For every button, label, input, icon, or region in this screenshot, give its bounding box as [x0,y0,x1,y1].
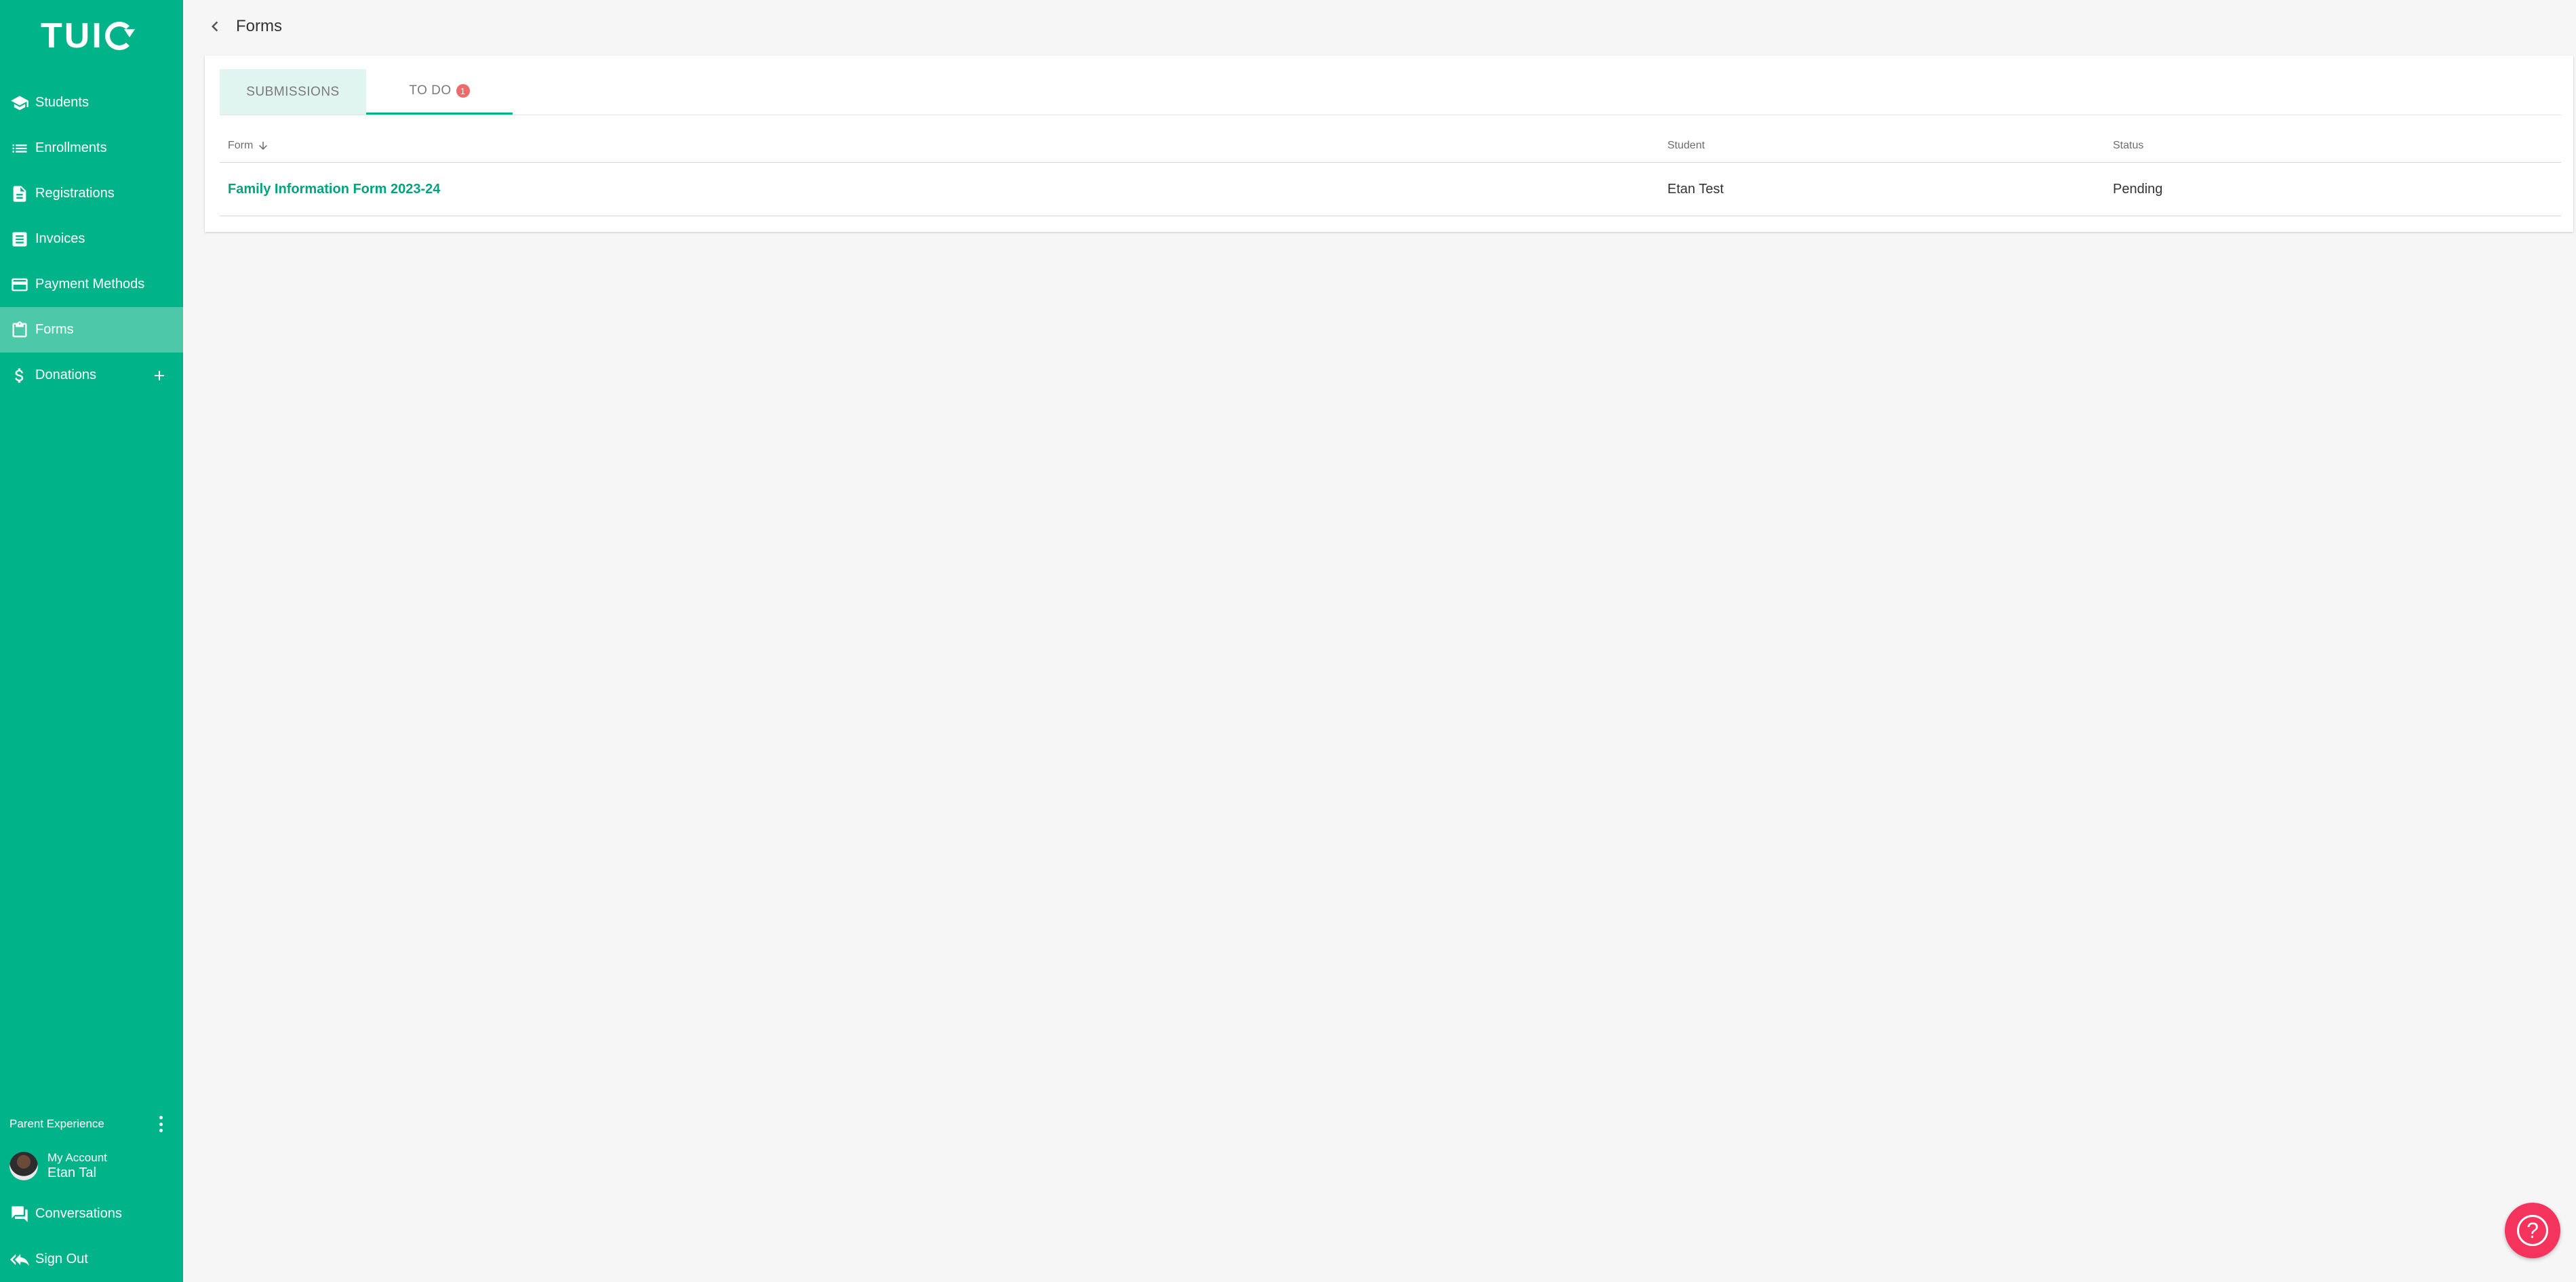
sidebar-item-registrations[interactable]: Registrations [0,171,183,216]
status-cell: Pending [2113,182,2163,197]
sidebar-item-sign-out[interactable]: Sign Out [0,1237,183,1282]
column-header-student: Student [1667,129,1705,163]
experience-label: Parent Experience [9,1117,104,1130]
list-icon [9,138,30,159]
tab-label: SUBMISSIONS [246,84,340,99]
conversations-label: Conversations [35,1206,122,1221]
column-header-form[interactable]: Form [228,129,269,163]
sidebar-bottom: Parent Experience My Account Etan Tal Co… [0,1107,183,1282]
experience-switcher: Parent Experience [0,1107,183,1141]
page-title: Forms [236,17,282,35]
tab-to-do[interactable]: TO DO 1 [366,69,513,115]
logo-refresh-icon [104,22,135,50]
help-button[interactable]: ? [2505,1203,2560,1258]
sidebar-item-label: Payment Methods [35,277,145,292]
tab-submissions[interactable]: SUBMISSIONS [220,69,366,115]
my-account-item[interactable]: My Account Etan Tal [0,1141,183,1191]
column-header-status: Status [2113,129,2143,163]
clipboard-icon [9,320,30,340]
table-header: Form Student Status [220,129,2561,163]
sidebar-nav: Students Enrollments Registrations Invoi… [0,80,183,398]
tuio-logo[interactable]: TUI [41,15,136,57]
forms-card: SUBMISSIONS TO DO 1 Form Student Status [205,56,2573,232]
main-content: Forms SUBMISSIONS TO DO 1 Form Student S… [183,0,2576,1282]
sidebar-item-donations[interactable]: Donations [0,353,183,398]
reply-all-icon [9,1249,30,1270]
sidebar-item-label: Invoices [35,231,85,246]
tab-label: TO DO [409,83,452,98]
sidebar-item-invoices[interactable]: Invoices [0,216,183,262]
account-name: Etan Tal [47,1165,96,1181]
sidebar-item-enrollments[interactable]: Enrollments [0,125,183,171]
sign-out-label: Sign Out [35,1251,88,1266]
forms-tabs: SUBMISSIONS TO DO 1 [220,69,2561,115]
sidebar: TUI Students Enrollments Registrations I… [0,0,183,1282]
add-donation-plus-icon[interactable] [151,367,168,384]
question-mark-icon: ? [2517,1215,2548,1246]
student-cell: Etan Test [1667,182,1724,197]
sidebar-item-conversations[interactable]: Conversations [0,1191,183,1237]
logo-text: TUI [41,16,104,56]
graduation-cap-icon [9,93,30,113]
forms-table: Form Student Status Family Information F… [220,129,2561,216]
account-title: My Account [47,1150,107,1164]
receipt-icon [9,229,30,249]
column-label: Status [2113,140,2144,151]
form-link[interactable]: Family Information Form 2023-24 [228,163,440,216]
credit-card-icon [9,275,30,295]
sidebar-item-payment-methods[interactable]: Payment Methods [0,262,183,307]
sidebar-item-label: Forms [35,322,74,337]
arrow-down-icon [259,142,268,150]
dollar-icon [9,365,30,386]
sidebar-item-forms[interactable]: Forms [0,307,183,353]
todo-count-badge: 1 [456,84,470,98]
column-label: Form [228,140,254,151]
chat-icon [9,1204,30,1224]
more-vert-icon[interactable] [156,1114,165,1134]
column-label: Student [1667,140,1705,151]
account-text: My Account Etan Tal [47,1151,107,1181]
table-row: Family Information Form 2023-24 Etan Tes… [220,163,2561,216]
document-icon [9,184,30,204]
sidebar-item-label: Enrollments [35,140,107,155]
sidebar-item-label: Students [35,95,89,110]
sidebar-item-label: Registrations [35,186,115,201]
avatar [9,1152,38,1180]
back-chevron-icon[interactable] [203,15,226,38]
sidebar-item-students[interactable]: Students [0,80,183,125]
page-header: Forms [183,0,2576,53]
sidebar-item-label: Donations [35,367,97,382]
